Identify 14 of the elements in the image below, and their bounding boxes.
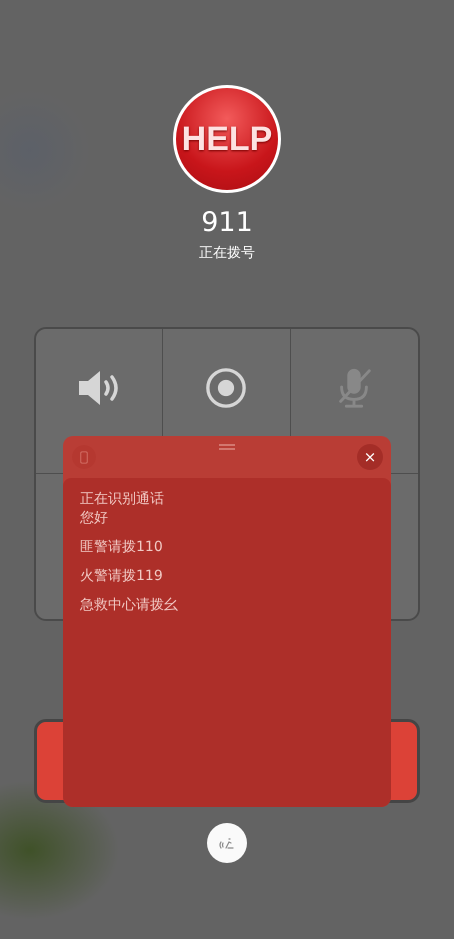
close-button[interactable]: × [357, 444, 383, 470]
drag-handle-icon[interactable] [218, 444, 236, 450]
logo-text: HELP [182, 120, 272, 158]
assistant-button[interactable] [207, 823, 247, 863]
record-icon [204, 367, 248, 409]
phone-button[interactable] [72, 445, 96, 469]
transcript-line: 您好 [80, 509, 109, 528]
phone-icon [80, 450, 88, 464]
transcript-line: 匪警请拨110 [80, 538, 164, 557]
transcript-line: 急救中心请拨幺 [80, 596, 179, 615]
transcript-line: 火警请拨119 [80, 567, 164, 586]
phone-number: 911 [201, 207, 253, 238]
transcript-line: 正在识别通话 [80, 490, 165, 509]
call-status: 正在拨号 [199, 244, 255, 262]
